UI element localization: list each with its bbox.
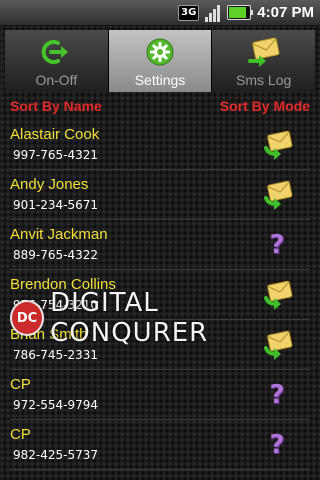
tab-settings[interactable]: Settings xyxy=(108,30,213,92)
power-arrow-icon xyxy=(39,37,73,71)
envelope-reply-icon[interactable] xyxy=(260,130,294,160)
tab-on-off[interactable]: On-Off xyxy=(5,30,109,92)
contact-name: Andy Jones xyxy=(10,176,89,193)
contact-name: Anvit Jackman xyxy=(10,226,108,243)
list-item[interactable]: CP 982-425-5737 ? xyxy=(10,420,310,470)
clock: 4:07 PM xyxy=(257,4,314,21)
status-bar: 3G 4:07 PM xyxy=(0,0,320,26)
list-item[interactable]: Brian Smith 786-745-2331 xyxy=(10,320,310,370)
list-item[interactable]: Brendon Collins 976-754-3210 xyxy=(10,270,310,320)
contact-phone: 997-765-4321 xyxy=(13,148,99,162)
list-item[interactable]: CP 972-554-9794 ? xyxy=(10,370,310,420)
contact-name: Alastair Cook xyxy=(10,126,100,143)
envelope-reply-icon[interactable] xyxy=(260,180,294,210)
list-item[interactable]: Andy Jones 901-234-5671 xyxy=(10,170,310,220)
sort-header-row: Sort By Name Sort By Mode xyxy=(0,98,320,120)
sort-by-name-button[interactable]: Sort By Name xyxy=(10,98,102,114)
tab-bar: On-Off Settings Sms Log xyxy=(5,30,316,92)
sort-by-mode-button[interactable]: Sort By Mode xyxy=(220,98,310,114)
envelope-reply-icon[interactable] xyxy=(260,330,294,360)
question-mark-icon[interactable]: ? xyxy=(260,230,294,260)
contact-phone: 786-745-2331 xyxy=(13,348,99,362)
contact-phone: 901-234-5671 xyxy=(13,198,99,212)
3g-data-icon: 3G xyxy=(178,4,200,21)
contact-name: Brendon Collins xyxy=(10,276,116,293)
battery-icon xyxy=(227,5,254,20)
contact-name: CP xyxy=(10,426,31,443)
status-icons: 3G 4:07 PM xyxy=(178,0,320,25)
contact-phone: 982-425-5737 xyxy=(13,448,99,462)
contact-phone: 972-554-9794 xyxy=(13,398,99,412)
tab-label: On-Off xyxy=(35,72,78,88)
tab-sms-log[interactable]: Sms Log xyxy=(212,30,316,92)
tab-label: Sms Log xyxy=(236,72,292,88)
contact-list: Alastair Cook 997-765-4321 Andy Jones 90… xyxy=(0,120,320,470)
question-mark-icon[interactable]: ? xyxy=(260,430,294,460)
contact-phone: 976-754-3210 xyxy=(13,298,99,312)
question-mark-icon[interactable]: ? xyxy=(260,380,294,410)
contact-name: CP xyxy=(10,376,31,393)
network-type: 3G xyxy=(178,4,200,21)
list-item[interactable]: Alastair Cook 997-765-4321 xyxy=(10,120,310,170)
tab-label: Settings xyxy=(134,72,186,88)
signal-strength-icon xyxy=(205,4,221,22)
envelope-reply-icon[interactable] xyxy=(260,280,294,310)
contact-phone: 889-765-4322 xyxy=(13,248,99,262)
envelope-arrow-icon xyxy=(246,37,282,71)
contact-name: Brian Smith xyxy=(10,326,88,343)
list-item[interactable]: Anvit Jackman 889-765-4322 ? xyxy=(10,220,310,270)
gear-icon xyxy=(145,37,175,71)
